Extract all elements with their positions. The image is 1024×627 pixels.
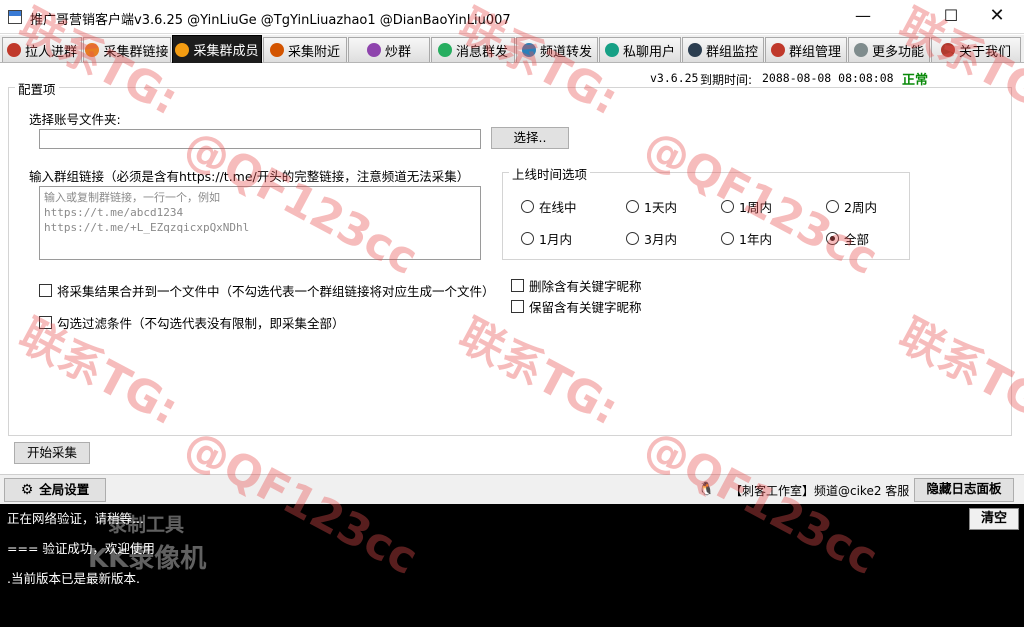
smiley-icon bbox=[269, 43, 284, 57]
config-group-title: 配置项 bbox=[15, 79, 59, 98]
gear-icon: ⚙ bbox=[20, 482, 34, 498]
tab-group-management[interactable]: 群组管理 bbox=[765, 37, 847, 62]
maximize-button[interactable]: ☐ bbox=[928, 0, 974, 34]
expiry-label: 到期时间: bbox=[700, 73, 753, 87]
start-collect-button[interactable]: 开始采集 bbox=[14, 442, 90, 464]
tab-label: 炒群 bbox=[384, 44, 411, 60]
radio-3-months[interactable]: 3月内 bbox=[626, 229, 677, 248]
clear-log-button[interactable]: 清空 bbox=[969, 508, 1019, 530]
placeholder-line: https://t.me/abcd1234 bbox=[44, 206, 184, 219]
hide-log-panel-button[interactable]: 隐藏日志面板 bbox=[914, 478, 1014, 502]
account-folder-label: 选择账号文件夹: bbox=[29, 112, 121, 127]
forward-icon bbox=[521, 43, 536, 57]
tab-about-us[interactable]: 关于我们 bbox=[931, 37, 1021, 62]
tab-group-monitor[interactable]: 群组监控 bbox=[682, 37, 764, 62]
expiry-value: 2088-08-08 08:08:08 bbox=[762, 71, 894, 85]
function-tab-bar: 拉人进群 采集群链接 采集群成员 采集附近 炒群 消息群发 频道转发 私聊用户 … bbox=[0, 35, 1024, 63]
person-icon bbox=[366, 43, 381, 57]
tab-label: 关于我们 bbox=[958, 44, 1011, 60]
recorder-watermark: 录制工具 bbox=[108, 514, 185, 536]
message-icon bbox=[437, 43, 452, 57]
smiley-icon bbox=[175, 42, 190, 57]
tab-label: 消息群发 bbox=[455, 44, 508, 60]
close-button[interactable]: ✕ bbox=[974, 0, 1020, 34]
app-icon bbox=[8, 10, 22, 24]
penguin-icon: 🐧 bbox=[698, 482, 715, 497]
online-time-group-title: 上线时间选项 bbox=[509, 164, 591, 183]
radio-1-week[interactable]: 1周内 bbox=[721, 197, 772, 216]
shield-icon bbox=[770, 43, 785, 57]
log-panel: 正在网络验证，请稍等... === 验证成功，欢迎使用 .当前版本已是最新版本.… bbox=[0, 504, 1024, 627]
radio-1-day[interactable]: 1天内 bbox=[626, 197, 677, 216]
support-text: 【刺客工作室】频道@cike2 客服 bbox=[730, 484, 910, 498]
tab-label: 私聊用户 bbox=[622, 44, 675, 60]
tab-private-chat[interactable]: 私聊用户 bbox=[599, 37, 681, 62]
smiley-icon bbox=[85, 43, 100, 57]
radio-2-weeks[interactable]: 2周内 bbox=[826, 197, 877, 216]
bottom-toolbar: ⚙ 全局设置 🐧 【刺客工作室】频道@cike2 客服 隐藏日志面板 bbox=[0, 474, 1024, 504]
tab-hype-group[interactable]: 炒群 bbox=[348, 37, 430, 62]
status-badge: 正常 bbox=[902, 73, 929, 88]
tab-collect-nearby[interactable]: 采集附近 bbox=[263, 37, 347, 62]
keep-keyword-nickname-checkbox[interactable]: 保留含有关键字昵称 bbox=[511, 297, 642, 316]
tab-label: 采集群成员 bbox=[193, 44, 259, 59]
title-bar: 推广哥营销客户端v3.6.25 @YinLiuGe @TgYinLiuazhao… bbox=[0, 0, 1024, 34]
filter-conditions-checkbox[interactable]: 勾选过滤条件（不勾选代表没有限制，即采集全部） bbox=[39, 313, 345, 332]
group-link-label: 输入群组链接（必须是含有https://t.me/开头的完整链接，注意频道无法采… bbox=[29, 169, 470, 184]
radio-1-month[interactable]: 1月内 bbox=[521, 229, 572, 248]
radio-1-year[interactable]: 1年内 bbox=[721, 229, 772, 248]
people-icon bbox=[6, 43, 21, 57]
tab-label: 群组监控 bbox=[705, 44, 758, 60]
radio-online-now[interactable]: 在线中 bbox=[521, 197, 577, 216]
monitor-icon bbox=[687, 43, 702, 57]
version-label: v3.6.25 bbox=[650, 71, 699, 85]
remove-keyword-nickname-checkbox[interactable]: 删除含有关键字昵称 bbox=[511, 276, 642, 295]
tab-channel-forward[interactable]: 频道转发 bbox=[516, 37, 598, 62]
tab-pull-into-group[interactable]: 拉人进群 bbox=[2, 37, 82, 62]
tab-label: 更多功能 bbox=[871, 44, 924, 60]
tab-collect-group-links[interactable]: 采集群链接 bbox=[83, 37, 171, 62]
tab-label: 频道转发 bbox=[539, 44, 592, 60]
placeholder-line: https://t.me/+L_EZqzqicxpQxNDhl bbox=[44, 221, 250, 234]
radio-all[interactable]: 全部 bbox=[826, 229, 869, 248]
info-icon bbox=[940, 43, 955, 57]
group-link-textarea[interactable]: 输入或复制群链接，一行一个，例如 https://t.me/abcd1234 htt… bbox=[39, 186, 481, 260]
window-title: 推广哥营销客户端v3.6.25 @YinLiuGe @TgYinLiuazhao… bbox=[30, 13, 511, 28]
tab-label: 采集附近 bbox=[287, 44, 340, 60]
browse-button[interactable]: 选择.. bbox=[491, 127, 569, 149]
merge-results-checkbox[interactable]: 将采集结果合并到一个文件中（不勾选代表一个群组链接将对应生成一个文件） bbox=[39, 281, 495, 300]
tab-collect-group-members[interactable]: 采集群成员 bbox=[172, 35, 262, 63]
tab-label: 群组管理 bbox=[788, 44, 841, 60]
tab-label: 采集群链接 bbox=[103, 44, 169, 60]
tab-mass-message[interactable]: 消息群发 bbox=[431, 37, 515, 62]
global-settings-button[interactable]: ⚙ 全局设置 bbox=[4, 478, 106, 502]
tab-more-features[interactable]: 更多功能 bbox=[848, 37, 930, 62]
grid-icon bbox=[853, 43, 868, 57]
chat-icon bbox=[604, 43, 619, 57]
recorder-watermark: KK录像机 bbox=[88, 544, 207, 574]
minimize-button[interactable]: — bbox=[840, 0, 886, 34]
tab-label: 拉人进群 bbox=[24, 44, 77, 60]
account-folder-input[interactable] bbox=[39, 129, 481, 149]
placeholder-line: 输入或复制群链接，一行一个，例如 bbox=[44, 191, 220, 204]
